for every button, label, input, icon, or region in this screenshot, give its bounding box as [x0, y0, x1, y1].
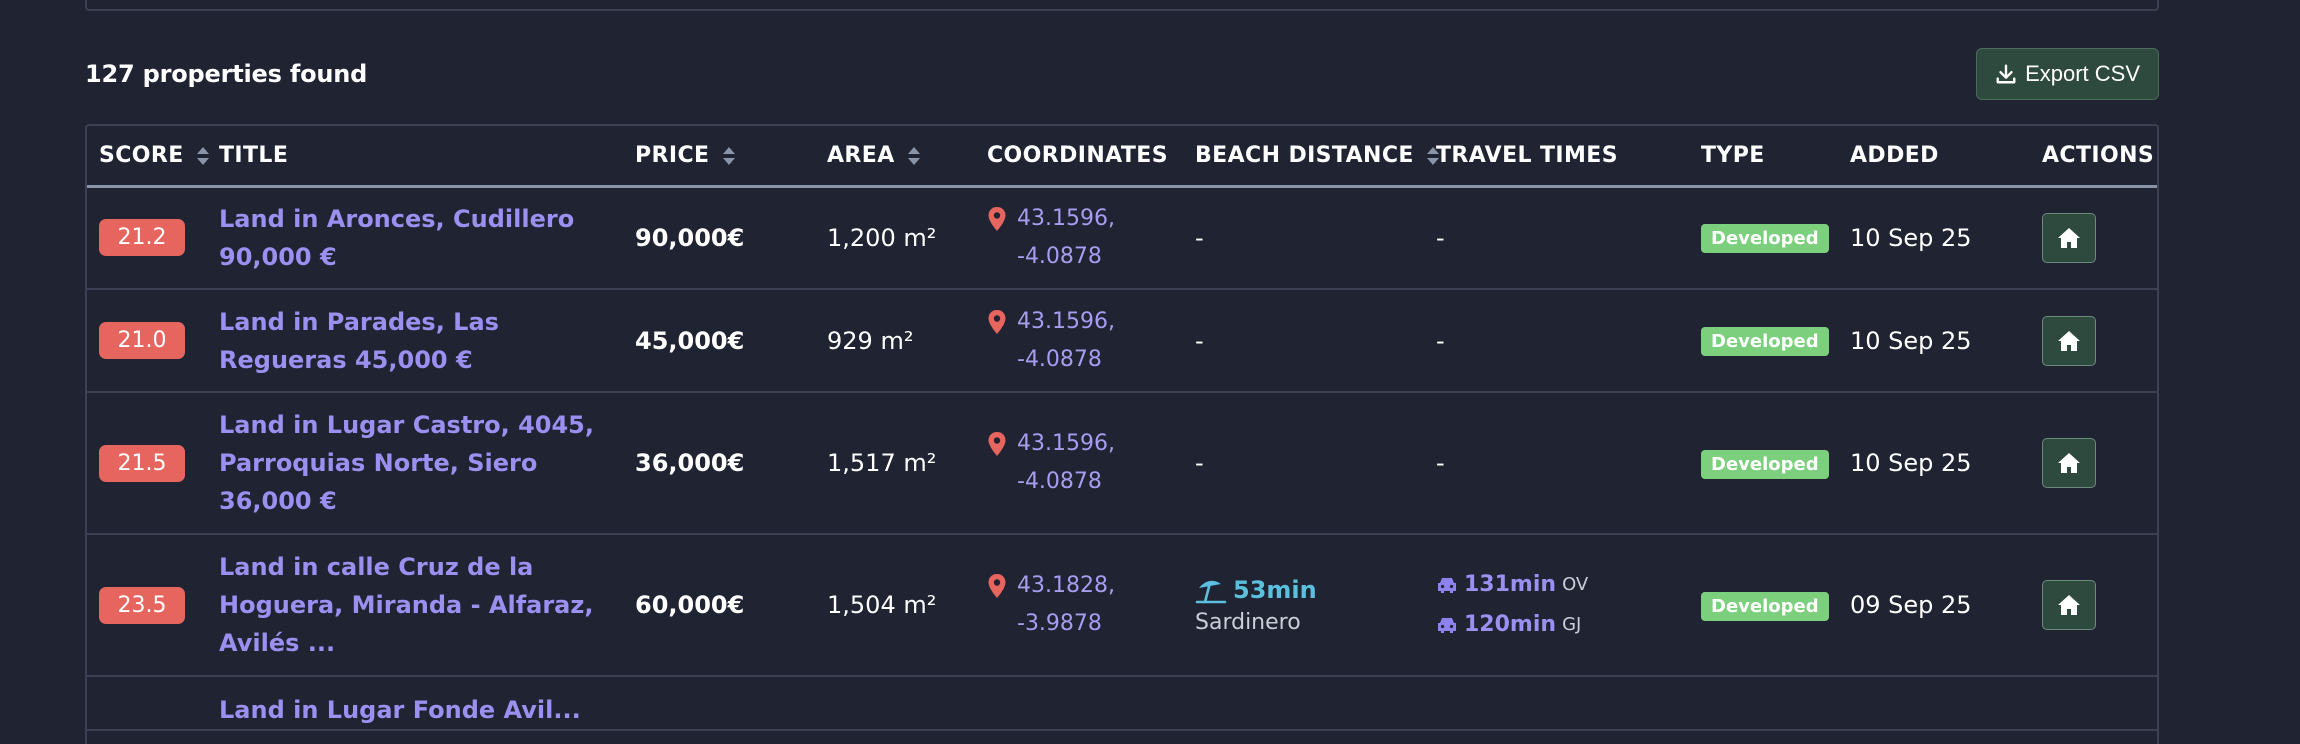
table-row: 21.5 Land in Lugar Castro, 4045, Parroqu… — [87, 392, 2157, 535]
type-badge: Developed — [1701, 327, 1829, 356]
latitude: 43.1828, — [1017, 573, 1115, 598]
latitude: 43.1596, — [1017, 431, 1115, 456]
home-icon — [2058, 453, 2080, 473]
results-header: 127 properties found Export CSV — [85, 48, 2159, 100]
travel-time-item: 120min GJ — [1436, 605, 1677, 645]
home-icon — [2058, 227, 2080, 248]
price-value: 90,000€ — [635, 223, 745, 252]
header-travel-times: TRAVEL TIMES — [1424, 126, 1689, 188]
beach-distance-empty: - — [1195, 326, 1204, 355]
table-row: 21.2 Land in Aronces, Cudillero 90,000 €… — [87, 186, 2157, 290]
area-value: 929 m² — [827, 326, 914, 355]
table-row: 23.5 Land in calle Cruz de la Hoguera, M… — [87, 534, 2157, 677]
longitude: -4.0878 — [1017, 346, 1102, 372]
coordinates-link[interactable]: 43.1596, -4.0878 — [987, 425, 1171, 501]
sort-icon — [907, 146, 920, 165]
properties-table: SCORE TITLE PRICE AREA COORDINATES BEACH… — [85, 124, 2159, 744]
travel-time: 120min — [1464, 612, 1557, 637]
header-title: TITLE — [207, 126, 623, 188]
longitude: -4.0878 — [1017, 243, 1102, 269]
price-value: 45,000€ — [635, 326, 745, 355]
map-pin-icon — [988, 206, 1006, 231]
travel-destination: OV — [1562, 574, 1589, 595]
beach-distance: 53min — [1195, 576, 1412, 604]
car-icon — [1438, 578, 1456, 593]
added-date: 10 Sep 25 — [1850, 326, 1972, 355]
area-value: 1,517 m² — [827, 449, 937, 477]
score-badge: 21.2 — [99, 219, 185, 257]
export-csv-label: Export CSV — [2025, 61, 2140, 86]
coordinates-link[interactable]: 43.1596, -4.0878 — [987, 200, 1171, 276]
type-badge: Developed — [1701, 224, 1829, 254]
property-title-link[interactable]: Land in calle Cruz de la Hoguera, Mirand… — [219, 548, 611, 662]
beach-distance-empty: - — [1195, 223, 1204, 252]
map-pin-icon — [988, 574, 1006, 598]
download-icon — [1996, 64, 2016, 84]
map-pin-icon — [988, 309, 1006, 334]
view-property-button[interactable] — [2042, 212, 2096, 263]
header-added: ADDED — [1838, 126, 2030, 188]
view-property-button[interactable] — [2042, 315, 2096, 366]
header-score[interactable]: SCORE — [87, 126, 209, 188]
longitude: -4.0878 — [1017, 469, 1102, 494]
type-badge: Developed — [1701, 591, 1829, 621]
property-title-link[interactable]: Land in Lugar Castro, 4045, Parroquias N… — [219, 406, 611, 520]
travel-times-empty: - — [1436, 449, 1445, 477]
car-icon — [1438, 618, 1456, 633]
beach-distance-empty: - — [1195, 449, 1204, 477]
type-badge: Developed — [1701, 449, 1829, 479]
travel-times-empty: - — [1436, 326, 1445, 355]
property-title-link[interactable]: Land in Aronces, Cudillero 90,000 € — [219, 200, 611, 276]
header-type: TYPE — [1689, 126, 1838, 188]
latitude: 43.1596, — [1017, 308, 1115, 334]
property-title-link[interactable]: Land in Lugar Fonde Avil... — [219, 691, 611, 729]
coordinates-link[interactable]: 43.1828, -3.9878 — [987, 567, 1171, 643]
header-actions: ACTIONS — [2030, 126, 2157, 188]
header-coordinates: COORDINATES — [975, 126, 1183, 188]
property-title-link[interactable]: Land in Parades, Las Regueras 45,000 € — [219, 303, 611, 379]
sort-icon — [196, 146, 209, 165]
longitude: -3.9878 — [1017, 611, 1102, 636]
beach-umbrella-icon — [1195, 580, 1227, 603]
travel-times-empty: - — [1436, 223, 1445, 252]
table-row: 21.0 Land in Parades, Las Regueras 45,00… — [87, 289, 2157, 393]
added-date: 10 Sep 25 — [1850, 449, 1972, 477]
view-property-button[interactable] — [2042, 580, 2096, 630]
header-price[interactable]: PRICE — [623, 126, 815, 188]
travel-time-item: 131min OV — [1436, 565, 1677, 605]
beach-time: 53min — [1233, 575, 1317, 604]
header-beach-distance[interactable]: BEACH DISTANCE — [1183, 126, 1439, 188]
added-date: 10 Sep 25 — [1850, 223, 1972, 252]
added-date: 09 Sep 25 — [1850, 591, 1972, 619]
score-badge: 21.5 — [99, 444, 185, 482]
score-badge: 21.0 — [99, 322, 185, 359]
area-value: 1,504 m² — [827, 591, 937, 619]
score-badge: 23.5 — [99, 586, 185, 624]
map-pin-icon — [988, 432, 1006, 456]
area-value: 1,200 m² — [827, 223, 937, 252]
latitude: 43.1596, — [1017, 205, 1115, 231]
beach-name: Sardinero — [1195, 609, 1301, 635]
table-row: Land in Lugar Fonde Avil... — [87, 676, 2157, 731]
export-csv-button[interactable]: Export CSV — [1976, 48, 2159, 100]
view-property-button[interactable] — [2042, 438, 2096, 488]
travel-destination: GJ — [1562, 614, 1582, 635]
price-value: 36,000€ — [635, 449, 745, 477]
header-area[interactable]: AREA — [815, 126, 975, 188]
price-value: 60,000€ — [635, 591, 745, 619]
table-header-row: SCORE TITLE PRICE AREA COORDINATES BEACH… — [87, 126, 2157, 188]
home-icon — [2058, 330, 2080, 351]
home-icon — [2058, 595, 2080, 615]
results-count: 127 properties found — [85, 60, 368, 88]
sort-icon — [722, 146, 735, 165]
filter-panel-bottom-edge — [85, 0, 2159, 11]
travel-time: 131min — [1464, 572, 1557, 597]
coordinates-link[interactable]: 43.1596, -4.0878 — [987, 303, 1171, 379]
